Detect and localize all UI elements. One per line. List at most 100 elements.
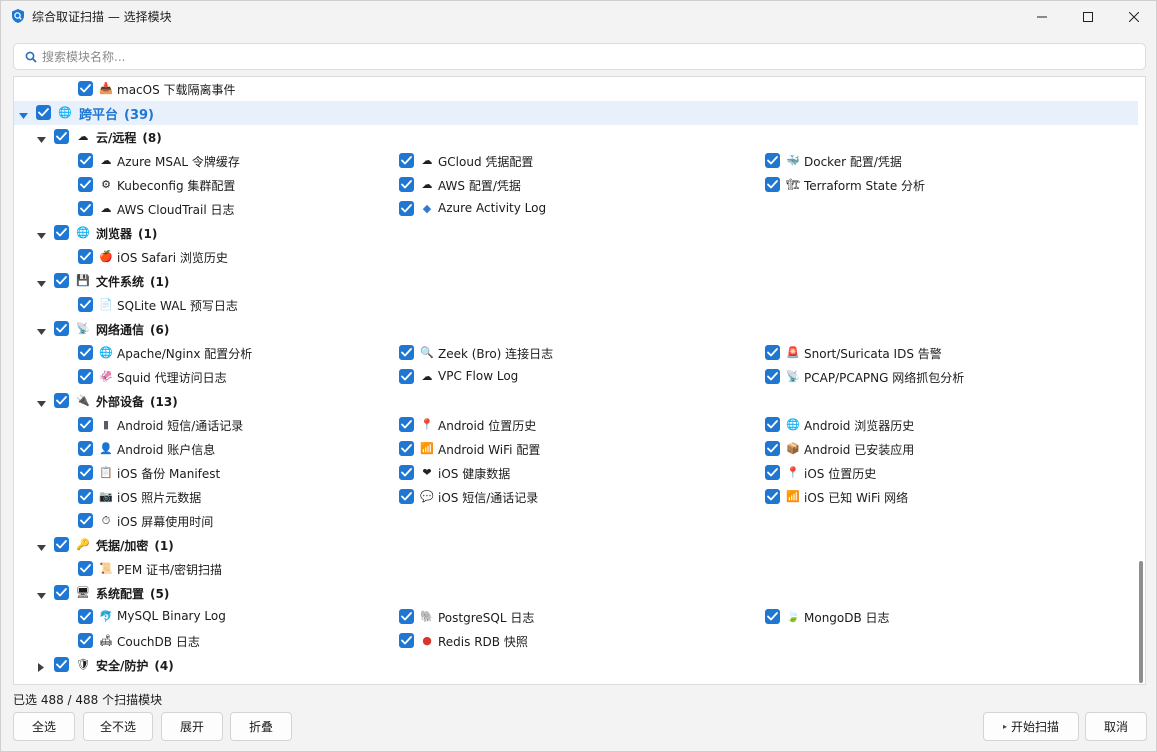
module-item[interactable]: ◆ Azure Activity Log [14, 197, 1138, 221]
category-row[interactable]: 🌐 浏览器 (1) [14, 221, 1138, 245]
shield-icon [12, 9, 24, 23]
search-box[interactable] [13, 43, 1146, 70]
category-name: 浏览器 [96, 227, 133, 241]
module-item[interactable]: 📡 PCAP/PCAPNG 网络抓包分析 [14, 365, 1138, 389]
select-all-button[interactable]: 全选 [13, 712, 75, 741]
collapse-arrow-icon[interactable] [37, 229, 46, 239]
checkbox[interactable] [399, 633, 414, 648]
module-item[interactable]: 🍃 MongoDB 日志 [14, 605, 1138, 629]
pin-icon: 📍 [786, 466, 800, 479]
search-input[interactable] [42, 46, 1132, 67]
category-row[interactable]: 🖥 系统配置 (5) [14, 581, 1138, 605]
module-item[interactable]: 📶 iOS 已知 WiFi 网络 [14, 485, 1138, 509]
start-scan-label: 开始扫描 [1011, 720, 1060, 734]
collapse-arrow-icon[interactable] [37, 325, 46, 335]
module-item[interactable]: 📦 Android 已安装应用 [14, 437, 1138, 461]
module-item[interactable]: 🚨 Snort/Suricata IDS 告警 [14, 341, 1138, 365]
checkbox[interactable] [765, 369, 780, 384]
category-top[interactable]: 🌐 跨平台 (39) [14, 101, 1138, 125]
module-item[interactable]: ⏱ iOS 屏幕使用时间 [14, 509, 1138, 533]
checkbox[interactable] [765, 345, 780, 360]
category-label: 云/远程 (8) [96, 129, 162, 146]
checkbox[interactable] [399, 201, 414, 216]
select-none-button[interactable]: 全不选 [83, 712, 153, 741]
category-name: 外部设备 [96, 395, 145, 409]
module-label: Terraform State 分析 [804, 179, 926, 193]
module-item[interactable]: 📜 PEM 证书/密钥扫描 [14, 557, 1138, 581]
module-item[interactable]: 📥 macOS 下载隔离事件 [14, 77, 1138, 101]
close-icon [1129, 11, 1139, 22]
checkbox[interactable] [54, 393, 69, 408]
collapse-arrow-icon[interactable] [37, 133, 46, 143]
category-count: (1) [138, 227, 158, 241]
title-bar[interactable]: 综合取证扫描 — 选择模块 [1, 1, 1156, 32]
category-row[interactable]: 📡 网络通信 (6) [14, 317, 1138, 341]
checkbox[interactable] [36, 105, 51, 120]
checkbox[interactable] [54, 321, 69, 336]
module-item[interactable]: 🌐 Android 浏览器历史 [14, 413, 1138, 437]
category-label: 安全/防护 (4) [96, 657, 174, 674]
checkbox[interactable] [78, 561, 93, 576]
checkbox[interactable] [78, 249, 93, 264]
category-count: (39) [124, 108, 154, 123]
wifi-icon: 📶 [786, 490, 800, 503]
module-label: iOS 已知 WiFi 网络 [804, 491, 909, 505]
checkbox[interactable] [765, 153, 780, 168]
collapse-arrow-icon[interactable] [37, 589, 46, 599]
checkbox[interactable] [765, 465, 780, 480]
category-row[interactable]: ☁ 云/远程 (8) [14, 125, 1138, 149]
module-item[interactable]: 🏗 Terraform State 分析 [14, 173, 1138, 197]
module-item[interactable]: 🐳 Docker 配置/凭据 [14, 149, 1138, 173]
cancel-button[interactable]: 取消 [1085, 712, 1147, 741]
leaf-icon: 🍃 [786, 610, 800, 623]
checkbox[interactable] [54, 273, 69, 288]
module-item[interactable]: 📍 iOS 位置历史 [14, 461, 1138, 485]
collapse-arrow-icon[interactable] [37, 397, 46, 407]
category-label: 外部设备 (13) [96, 393, 178, 410]
category-count: (8) [142, 131, 162, 145]
category-row[interactable]: 💾 文件系统 (1) [14, 269, 1138, 293]
collapse-arrow-icon[interactable] [37, 541, 46, 551]
stopwatch-icon: ⏱ [101, 514, 111, 527]
category-count: (1) [150, 275, 170, 289]
key-icon: 🔑 [76, 538, 90, 551]
checkbox[interactable] [54, 129, 69, 144]
module-tree[interactable]: 📥 macOS 下载隔离事件 🌐 跨平台 (39) ☁ 云/远程 (8) ☁ Azure MSAL… [13, 76, 1146, 685]
category-row[interactable]: 🔌 外部设备 (13) [14, 389, 1138, 413]
category-label: 文件系统 (1) [96, 273, 169, 290]
maximize-button[interactable] [1065, 1, 1111, 32]
close-button[interactable] [1111, 1, 1157, 32]
checkbox[interactable] [765, 609, 780, 624]
category-name: 网络通信 [96, 323, 145, 337]
category-row[interactable]: 🛡 安全/防护 (4) [14, 653, 1138, 677]
module-item[interactable]: 📄 SQLite WAL 预写日志 [14, 293, 1138, 317]
category-row[interactable]: 🔑 凭据/加密 (1) [14, 533, 1138, 557]
expand-button[interactable]: 展开 [161, 712, 223, 741]
collapse-arrow-icon[interactable] [37, 277, 46, 287]
maximize-icon [1083, 11, 1093, 22]
tree-scrollbar[interactable] [1139, 561, 1143, 683]
minimize-button[interactable] [1019, 1, 1065, 32]
checkbox[interactable] [78, 513, 93, 528]
checkbox[interactable] [765, 417, 780, 432]
module-item[interactable]: ● Redis RDB 快照 [14, 629, 1138, 653]
checkbox[interactable] [54, 537, 69, 552]
minimize-icon [1037, 16, 1047, 17]
dialog-window: 综合取证扫描 — 选择模块 📥 macOS 下载隔离事件 🌐 跨平台 (39) ☁ 云/远程… [0, 0, 1157, 752]
module-item[interactable]: 🍎 iOS Safari 浏览历史 [14, 245, 1138, 269]
collapse-arrow-icon[interactable] [19, 109, 28, 119]
checkbox[interactable] [54, 225, 69, 240]
module-label: SQLite WAL 预写日志 [117, 299, 238, 313]
collapse-button[interactable]: 折叠 [230, 712, 292, 741]
checkbox[interactable] [765, 489, 780, 504]
expand-arrow-icon[interactable] [37, 661, 46, 672]
checkbox[interactable] [54, 657, 69, 672]
checkbox[interactable] [765, 441, 780, 456]
checkbox[interactable] [54, 585, 69, 600]
start-scan-button[interactable]: ▸ 开始扫描 [983, 712, 1079, 741]
checkbox[interactable] [78, 297, 93, 312]
module-label: macOS 下载隔离事件 [117, 83, 236, 97]
checkbox[interactable] [78, 81, 93, 96]
module-label: iOS Safari 浏览历史 [117, 251, 228, 265]
checkbox[interactable] [765, 177, 780, 192]
